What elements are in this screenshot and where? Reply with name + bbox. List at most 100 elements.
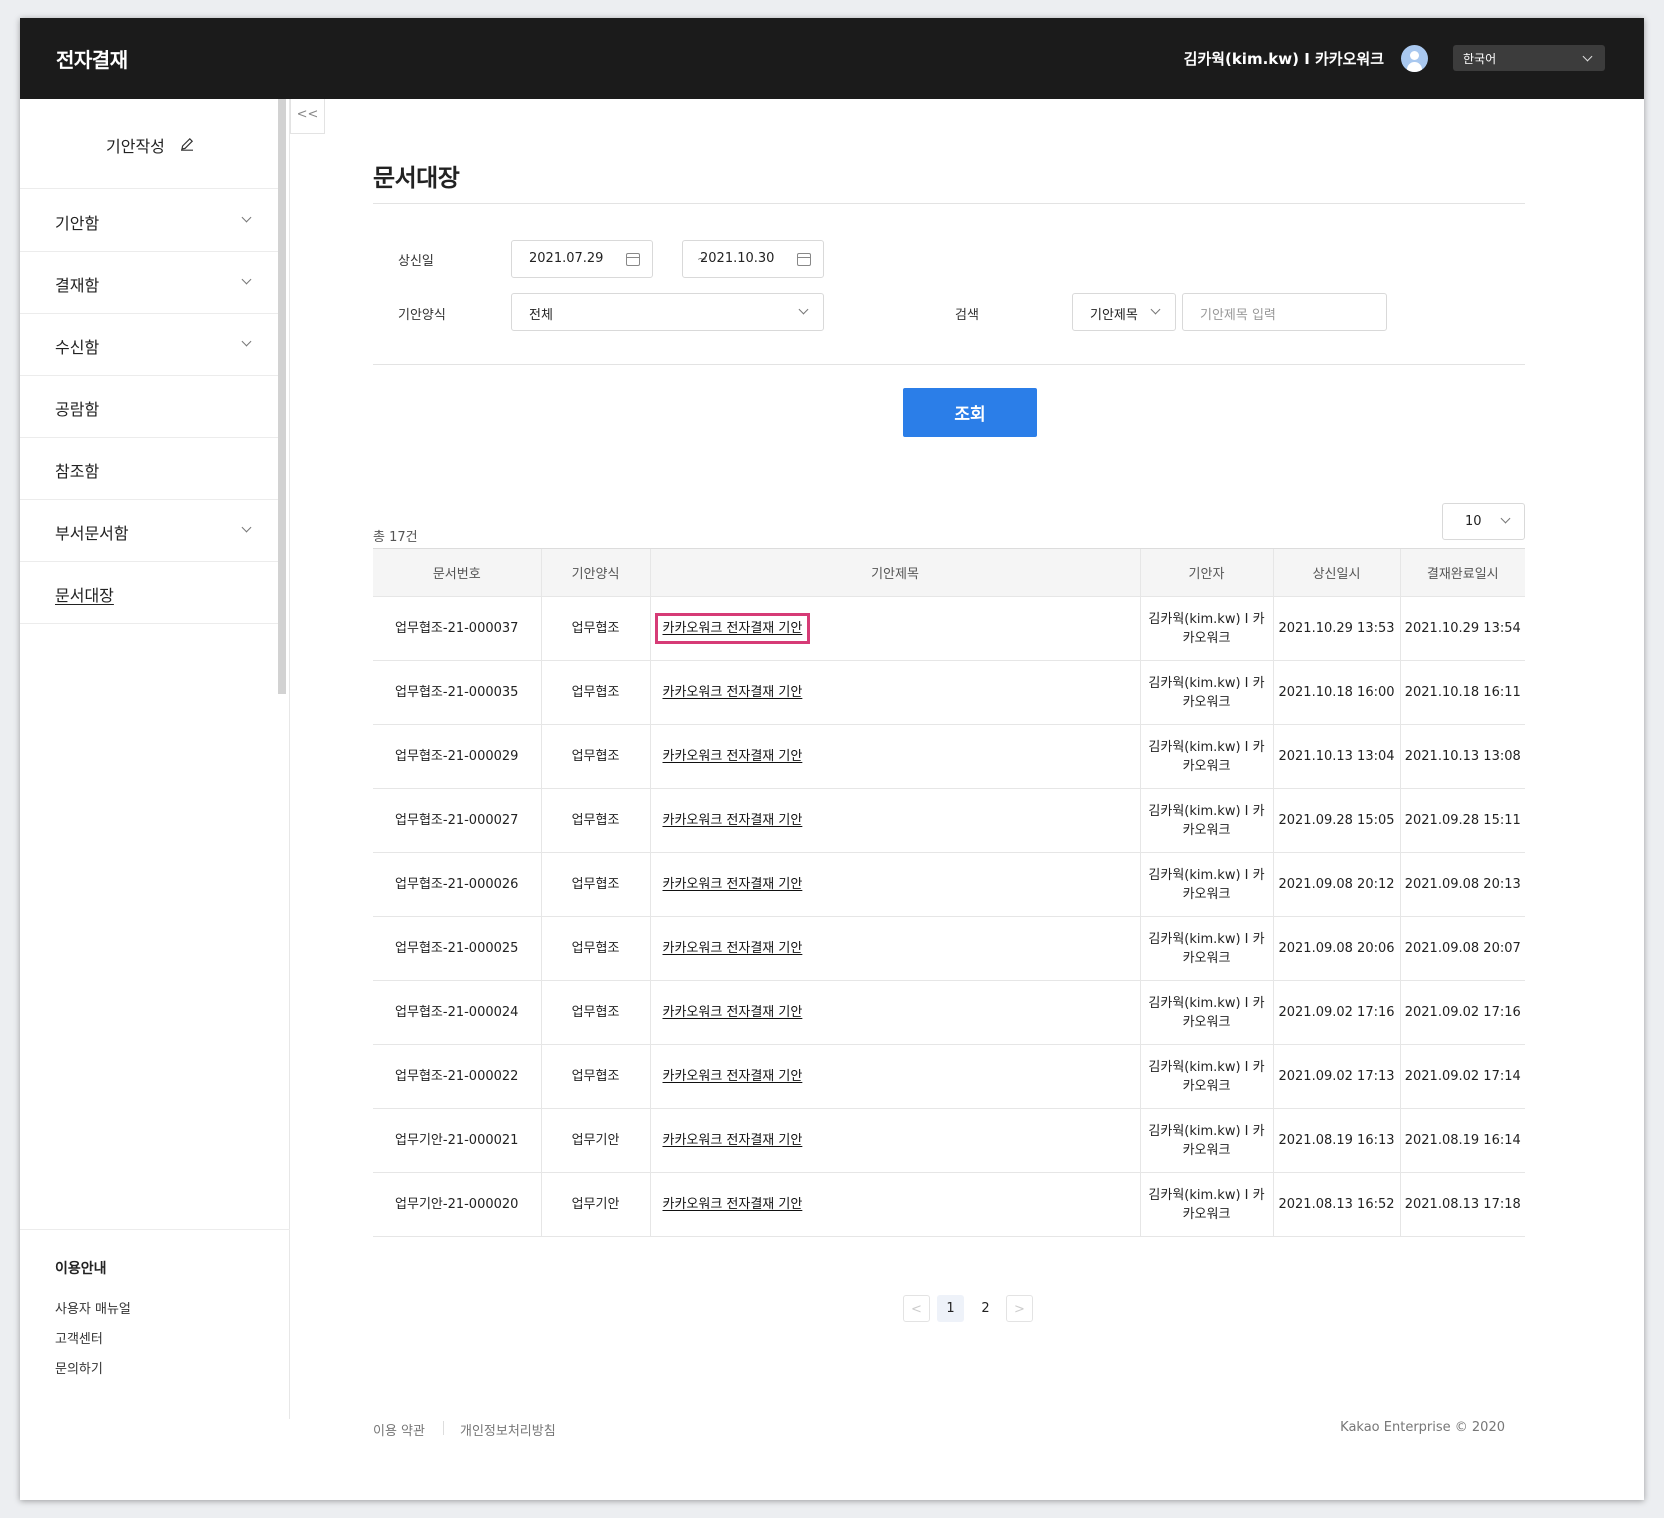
chevron-down-icon — [1150, 304, 1161, 315]
collapse-sidebar-button[interactable]: << — [290, 99, 325, 134]
table-row: 업무협조-21-000037 업무협조 카카오워크 전자결재 기안 김카웍(kim.k… — [373, 596, 1525, 661]
doc-number-cell: 업무기안-21-000020 — [373, 1172, 541, 1237]
drafter-cell: 김카웍(kim.kw) I 카카오워크 — [1139, 1108, 1273, 1173]
calendar-icon[interactable] — [626, 253, 640, 266]
form-cell: 업무협조 — [540, 852, 650, 917]
user-manual-link[interactable]: 사용자 매뉴얼 — [55, 1298, 131, 1317]
drafter-cell: 김카웍(kim.kw) I 카카오워크 — [1139, 1172, 1273, 1237]
drafter-cell: 김카웍(kim.kw) I 카카오워크 — [1139, 916, 1273, 981]
title-cell: 카카오워크 전자결재 기안 — [649, 788, 1140, 853]
document-title-link[interactable]: 카카오워크 전자결재 기안 — [663, 749, 803, 764]
search-input[interactable]: 기안제목 입력 — [1182, 293, 1387, 331]
terms-link[interactable]: 이용 약관 — [373, 1420, 425, 1439]
sidebar-item-inbox[interactable]: 수신함 — [20, 314, 278, 376]
document-title-link[interactable]: 카카오워크 전자결재 기안 — [663, 877, 803, 892]
submitted-cell: 2021.08.13 16:52 — [1272, 1172, 1400, 1237]
copyright: Kakao Enterprise © 2020 — [1340, 1420, 1505, 1435]
search-button[interactable]: 조회 — [903, 388, 1037, 437]
table-row: 업무협조-21-000025 업무협조 카카오워크 전자결재 기안 김카웍(kim.k… — [373, 916, 1525, 981]
table-row: 업무기안-21-000020 업무기안 카카오워크 전자결재 기안 김카웍(kim.k… — [373, 1172, 1525, 1237]
sidebar-item-label: 참조함 — [55, 462, 100, 481]
submitted-cell: 2021.09.08 20:12 — [1272, 852, 1400, 917]
sidebar-item-label: 문서대장 — [55, 586, 114, 605]
title-cell: 카카오워크 전자결재 기안 — [649, 1172, 1140, 1237]
form-cell: 업무기안 — [540, 1108, 650, 1173]
title-cell: 카카오워크 전자결재 기안 — [649, 980, 1140, 1045]
form-cell: 업무협조 — [540, 724, 650, 789]
form-select[interactable]: 전체 — [511, 293, 824, 331]
form-cell: 업무협조 — [540, 916, 650, 981]
form-cell: 업무협조 — [540, 660, 650, 725]
prev-page-button[interactable]: < — [903, 1295, 930, 1322]
customer-center-link[interactable]: 고객센터 — [55, 1328, 103, 1347]
document-title-link[interactable]: 카카오워크 전자결재 기안 — [663, 1069, 803, 1084]
page-title: 문서대장 — [373, 164, 460, 192]
sidebar-item-document-registry[interactable]: 문서대장 — [20, 562, 278, 624]
contact-link[interactable]: 문의하기 — [55, 1358, 103, 1377]
chevron-down-icon — [1582, 51, 1593, 62]
table-row: 업무협조-21-000022 업무협조 카카오워크 전자결재 기안 김카웍(kim.k… — [373, 1044, 1525, 1109]
completed-cell: 2021.10.18 16:11 — [1399, 660, 1525, 725]
next-page-button[interactable]: > — [1006, 1295, 1033, 1322]
sidebar: 기안작성 기안함 결재함 수신함 공람함 참조함 부서문서함 문서대장 이용안내… — [20, 99, 290, 1419]
document-title-link[interactable]: 카카오워크 전자결재 기안 — [663, 1005, 803, 1020]
privacy-link[interactable]: 개인정보처리방침 — [460, 1420, 556, 1439]
doc-number-cell: 업무기안-21-000021 — [373, 1108, 541, 1173]
language-select[interactable]: 한국어 — [1453, 45, 1605, 71]
sidebar-item-drafts[interactable]: 기안함 — [20, 190, 278, 252]
sidebar-item-label: 기안함 — [55, 214, 100, 233]
table-row: 업무기안-21-000021 업무기안 카카오워크 전자결재 기안 김카웍(kim.k… — [373, 1108, 1525, 1173]
doc-number-cell: 업무협조-21-000027 — [373, 788, 541, 853]
sidebar-item-circulation[interactable]: 공람함 — [20, 376, 278, 438]
doc-number-cell: 업무협조-21-000024 — [373, 980, 541, 1045]
compose-button[interactable]: 기안작성 — [20, 99, 278, 189]
submitted-cell: 2021.09.02 17:16 — [1272, 980, 1400, 1045]
sidebar-item-label: 수신함 — [55, 338, 100, 357]
table-row: 업무협조-21-000024 업무협조 카카오워크 전자결재 기안 김카웍(kim.k… — [373, 980, 1525, 1045]
col-completed: 결재완료일시 — [1399, 548, 1525, 597]
sidebar-item-label: 부서문서함 — [55, 524, 129, 543]
title-cell: 카카오워크 전자결재 기안 — [649, 660, 1140, 725]
form-cell: 업무협조 — [540, 980, 650, 1045]
document-title-link[interactable]: 카카오워크 전자결재 기안 — [663, 813, 803, 828]
document-title-link[interactable]: 카카오워크 전자결재 기안 — [663, 685, 803, 700]
document-title-link[interactable]: 카카오워크 전자결재 기안 — [663, 1197, 803, 1212]
doc-number-cell: 업무협조-21-000029 — [373, 724, 541, 789]
user-name[interactable]: 김카웍(kim.kw) I 카카오워크 — [1184, 48, 1384, 69]
title-cell: 카카오워크 전자결재 기안 — [649, 596, 1140, 661]
app-title[interactable]: 전자결재 — [56, 44, 128, 73]
submitted-cell: 2021.10.13 13:04 — [1272, 724, 1400, 789]
guide-title: 이용안내 — [55, 1261, 107, 1277]
footer-divider — [443, 1421, 444, 1435]
col-form: 기안양식 — [540, 548, 650, 597]
completed-cell: 2021.09.28 15:11 — [1399, 788, 1525, 853]
sidebar-item-department[interactable]: 부서문서함 — [20, 500, 278, 562]
sidebar-item-reference[interactable]: 참조함 — [20, 438, 278, 500]
document-title-link[interactable]: 카카오워크 전자결재 기안 — [663, 941, 803, 956]
search-type-value: 기안제목 — [1090, 308, 1138, 323]
date-to-input[interactable]: 2021.10.30 — [682, 240, 824, 278]
date-from-input[interactable]: 2021.07.29 — [511, 240, 653, 278]
sidebar-scrollbar[interactable] — [278, 99, 286, 694]
drafter-cell: 김카웍(kim.kw) I 카카오워크 — [1139, 596, 1273, 661]
page-1-button[interactable]: 1 — [937, 1295, 964, 1322]
search-type-select[interactable]: 기안제목 — [1072, 293, 1176, 331]
sidebar-item-label: 결재함 — [55, 276, 100, 295]
document-title-link[interactable]: 카카오워크 전자결재 기안 — [663, 1133, 803, 1148]
language-value: 한국어 — [1463, 52, 1497, 66]
completed-cell: 2021.08.19 16:14 — [1399, 1108, 1525, 1173]
drafter-cell: 김카웍(kim.kw) I 카카오워크 — [1139, 788, 1273, 853]
doc-number-cell: 업무협조-21-000026 — [373, 852, 541, 917]
calendar-icon[interactable] — [797, 253, 811, 266]
page-2-button[interactable]: 2 — [972, 1295, 999, 1322]
chevron-down-icon — [241, 522, 252, 533]
sidebar-item-approvals[interactable]: 결재함 — [20, 252, 278, 314]
chevron-down-icon — [241, 336, 252, 347]
document-title-link[interactable]: 카카오워크 전자결재 기안 — [654, 613, 811, 644]
avatar-icon[interactable] — [1401, 45, 1428, 72]
chevron-down-icon — [798, 304, 809, 315]
title-cell: 카카오워크 전자결재 기안 — [649, 724, 1140, 789]
page-size-select[interactable]: 10 — [1442, 503, 1525, 540]
submitted-cell: 2021.09.28 15:05 — [1272, 788, 1400, 853]
drafter-cell: 김카웍(kim.kw) I 카카오워크 — [1139, 660, 1273, 725]
